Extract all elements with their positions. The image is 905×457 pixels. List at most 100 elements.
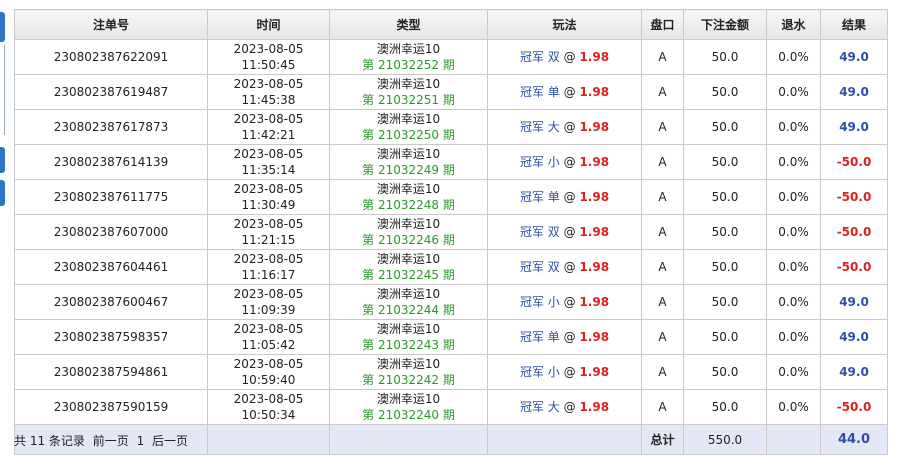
at-sign: @ (563, 190, 576, 204)
table-row: 230802387590159 2023-08-05 10:50:34 澳洲幸运10 第… (14, 389, 888, 425)
game-name: 澳洲幸运10 (376, 182, 441, 196)
bet-time: 2023-08-05 10:59:40 (207, 354, 330, 390)
bet-rebate: 0.0% (766, 214, 821, 250)
period-number: 第 21032242 期 (362, 373, 455, 387)
bet-amount: 50.0 (683, 39, 767, 75)
play-name: 冠军 小 (519, 295, 560, 309)
left-panel-edge (0, 0, 6, 457)
play-name: 冠军 单 (519, 330, 560, 344)
bet-date: 2023-08-05 (233, 112, 304, 126)
bet-market: A (641, 284, 684, 320)
game-name: 澳洲幸运10 (376, 112, 441, 126)
bet-type: 澳洲幸运10 第 21032250 期 (329, 109, 488, 145)
bet-amount: 50.0 (683, 249, 767, 285)
odds-value: 1.98 (579, 365, 610, 379)
table-row: 230802387619487 2023-08-05 11:45:38 澳洲幸运10 第… (14, 74, 888, 110)
game-name: 澳洲幸运10 (376, 42, 441, 56)
bet-amount: 50.0 (683, 354, 767, 390)
bet-id: 230802387617873 (14, 109, 208, 145)
bet-rebate: 0.0% (766, 39, 821, 75)
total-cell-empty (329, 424, 488, 455)
bet-play: 冠军 小 @ 1.98 (487, 284, 642, 320)
bet-result: -50.0 (820, 144, 888, 180)
prev-page-link[interactable]: 前一页 (93, 434, 129, 448)
pagination: 共 11 条记录 前一页 1 后一页 (14, 432, 192, 449)
bet-clock: 11:05:42 (241, 338, 296, 352)
play-name: 冠军 大 (519, 120, 560, 134)
side-tab-button-1[interactable] (0, 12, 5, 42)
bet-rebate: 0.0% (766, 389, 821, 425)
period-number: 第 21032250 期 (362, 128, 455, 142)
game-name: 澳洲幸运10 (376, 77, 441, 91)
bet-play: 冠军 小 @ 1.98 (487, 144, 642, 180)
bet-id: 230802387619487 (14, 74, 208, 110)
play-name: 冠军 双 (519, 50, 560, 64)
game-name: 澳洲幸运10 (376, 147, 441, 161)
bet-result: -50.0 (820, 179, 888, 215)
bet-records-table: 注单号 时间 类型 玩法 盘口 下注金额 退水 结果 2308023876220… (14, 9, 888, 455)
bet-time: 2023-08-05 11:05:42 (207, 319, 330, 355)
side-tab-button-3[interactable] (0, 180, 5, 206)
total-cell-empty (207, 424, 330, 455)
bet-clock: 11:16:17 (241, 268, 296, 282)
bet-time: 2023-08-05 10:50:34 (207, 389, 330, 425)
at-sign: @ (563, 85, 576, 99)
bet-play: 冠军 大 @ 1.98 (487, 109, 642, 145)
total-amount: 550.0 (683, 424, 767, 455)
side-tab-button-2[interactable] (0, 147, 5, 173)
bet-id: 230802387598357 (14, 319, 208, 355)
bet-date: 2023-08-05 (233, 392, 304, 406)
bet-market: A (641, 144, 684, 180)
bet-result: 49.0 (820, 74, 888, 110)
bet-date: 2023-08-05 (233, 182, 304, 196)
bet-date: 2023-08-05 (233, 77, 304, 91)
bet-type: 澳洲幸运10 第 21032251 期 (329, 74, 488, 110)
bet-time: 2023-08-05 11:35:14 (207, 144, 330, 180)
header-play: 玩法 (487, 9, 642, 40)
bet-result: 49.0 (820, 284, 888, 320)
bet-amount: 50.0 (683, 319, 767, 355)
bet-market: A (641, 109, 684, 145)
bet-clock: 11:09:39 (241, 303, 296, 317)
header-result: 结果 (820, 9, 888, 40)
odds-value: 1.98 (579, 225, 610, 239)
bet-clock: 11:45:38 (241, 93, 296, 107)
period-number: 第 21032251 期 (362, 93, 455, 107)
bet-rebate: 0.0% (766, 109, 821, 145)
bet-date: 2023-08-05 (233, 287, 304, 301)
bet-date: 2023-08-05 (233, 252, 304, 266)
game-name: 澳洲幸运10 (376, 357, 441, 371)
bet-market: A (641, 249, 684, 285)
game-name: 澳洲幸运10 (376, 217, 441, 231)
table-row: 230802387617873 2023-08-05 11:42:21 澳洲幸运10 第… (14, 109, 888, 145)
bet-clock: 10:59:40 (241, 373, 296, 387)
at-sign: @ (563, 330, 576, 344)
bet-date: 2023-08-05 (233, 322, 304, 336)
bet-clock: 10:50:34 (241, 408, 296, 422)
bet-id: 230802387614139 (14, 144, 208, 180)
bet-rebate: 0.0% (766, 284, 821, 320)
bet-time: 2023-08-05 11:09:39 (207, 284, 330, 320)
header-amount: 下注金额 (683, 9, 767, 40)
bet-id: 230802387611775 (14, 179, 208, 215)
at-sign: @ (563, 120, 576, 134)
bet-result: -50.0 (820, 214, 888, 250)
total-result: 44.0 (820, 424, 888, 455)
play-name: 冠军 小 (519, 365, 560, 379)
at-sign: @ (563, 260, 576, 274)
bet-date: 2023-08-05 (233, 357, 304, 371)
odds-value: 1.98 (579, 400, 610, 414)
bet-id: 230802387622091 (14, 39, 208, 75)
bet-date: 2023-08-05 (233, 217, 304, 231)
play-name: 冠军 小 (519, 155, 560, 169)
period-number: 第 21032248 期 (362, 198, 455, 212)
play-name: 冠军 单 (519, 85, 560, 99)
bet-rebate: 0.0% (766, 354, 821, 390)
bet-rebate: 0.0% (766, 144, 821, 180)
table-row: 230802387594861 2023-08-05 10:59:40 澳洲幸运10 第… (14, 354, 888, 390)
next-page-link[interactable]: 后一页 (152, 434, 188, 448)
header-type: 类型 (329, 9, 488, 40)
bet-result: -50.0 (820, 389, 888, 425)
at-sign: @ (563, 50, 576, 64)
bet-type: 澳洲幸运10 第 21032245 期 (329, 249, 488, 285)
